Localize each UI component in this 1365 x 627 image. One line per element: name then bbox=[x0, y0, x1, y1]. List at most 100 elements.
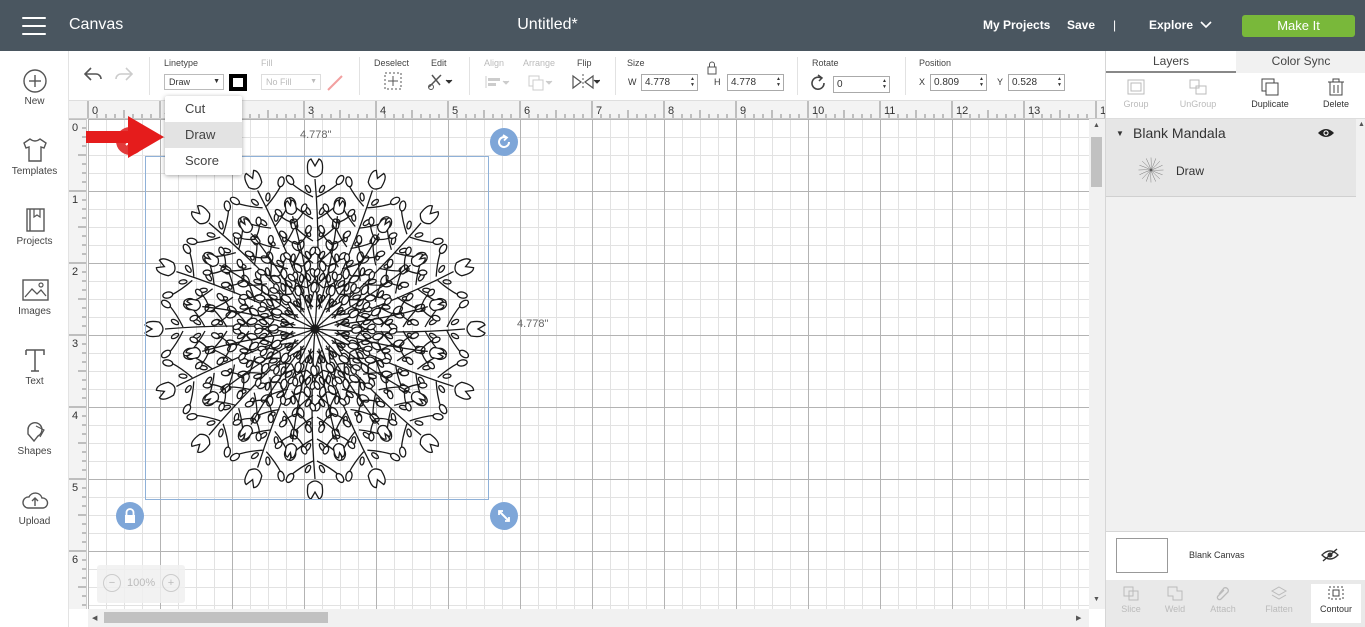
position-y-input[interactable]: 0.528 bbox=[1008, 74, 1065, 91]
canvas-color-swatch[interactable] bbox=[1116, 538, 1168, 573]
lock-proportions-icon[interactable] bbox=[706, 61, 718, 75]
ruler-v-label: 3 bbox=[72, 338, 78, 350]
linetype-select[interactable]: Draw ▼ bbox=[164, 74, 224, 90]
align-label: Align bbox=[484, 58, 505, 68]
resize-handle[interactable] bbox=[490, 502, 518, 530]
layer-tools: Slice Weld Attach Flatten Contour bbox=[1106, 580, 1365, 627]
nav-templates-label: Templates bbox=[11, 166, 58, 177]
position-x-input[interactable]: 0.809 bbox=[930, 74, 987, 91]
text-T-icon bbox=[24, 349, 45, 372]
ruler-h-label: 8 bbox=[668, 105, 674, 117]
save-link[interactable]: Save bbox=[1067, 18, 1095, 32]
linetype-option-draw[interactable]: Draw bbox=[165, 122, 242, 148]
tab-layers[interactable]: Layers bbox=[1106, 51, 1236, 73]
flatten-button[interactable]: Flatten bbox=[1254, 584, 1304, 614]
panel-scrollbar[interactable]: ▲ ▼ bbox=[1356, 119, 1365, 581]
nav-new[interactable]: New bbox=[0, 68, 69, 107]
ruler-v-label: 6 bbox=[72, 554, 78, 566]
nav-upload[interactable]: Upload bbox=[0, 486, 69, 527]
ruler-h-label: 5 bbox=[452, 105, 458, 117]
eye-icon[interactable] bbox=[1317, 127, 1335, 139]
scroll-down-icon[interactable]: ▼ bbox=[1093, 596, 1100, 603]
rotate-icon[interactable] bbox=[810, 74, 828, 92]
duplicate-button[interactable]: Duplicate bbox=[1240, 77, 1300, 109]
paperclip-icon bbox=[1216, 587, 1229, 601]
rotate-handle[interactable] bbox=[490, 128, 518, 156]
flatten-label: Flatten bbox=[1265, 604, 1293, 614]
toolbar-divider bbox=[905, 57, 906, 95]
vertical-ruler-ticks: 0 1 2 3 4 5 6 bbox=[69, 119, 86, 606]
align-icon[interactable] bbox=[483, 73, 511, 91]
zoom-in-button[interactable]: + bbox=[162, 574, 180, 592]
my-projects-link[interactable]: My Projects bbox=[983, 18, 1050, 32]
ruler-h-label: 11 bbox=[884, 105, 895, 117]
fill-label: Fill bbox=[261, 58, 273, 68]
redo-icon[interactable] bbox=[113, 65, 135, 83]
nav-projects[interactable]: Projects bbox=[0, 206, 69, 247]
explore-menu[interactable]: Explore bbox=[1149, 18, 1193, 32]
height-label: H bbox=[714, 77, 721, 87]
trash-icon bbox=[1328, 78, 1344, 96]
edit-label: Edit bbox=[431, 58, 447, 68]
attach-button[interactable]: Attach bbox=[1198, 584, 1248, 614]
nav-projects-label: Projects bbox=[16, 236, 53, 247]
make-it-button[interactable]: Make It bbox=[1242, 15, 1355, 37]
layer-group[interactable]: ▼ Blank Mandala Draw bbox=[1106, 119, 1356, 197]
width-input[interactable]: 4.778 bbox=[641, 74, 698, 91]
collapse-caret-icon[interactable]: ▼ bbox=[1116, 129, 1124, 138]
lock-handle[interactable] bbox=[116, 502, 144, 530]
zoom-out-button[interactable]: − bbox=[103, 574, 121, 592]
width-label: W bbox=[628, 77, 637, 87]
nav-templates[interactable]: Templates bbox=[0, 136, 69, 177]
edit-scissors-icon[interactable] bbox=[426, 71, 454, 91]
scroll-up-icon[interactable]: ▲ bbox=[1358, 121, 1365, 128]
rotate-input[interactable]: 0 bbox=[833, 76, 890, 93]
linetype-option-cut[interactable]: Cut bbox=[165, 96, 242, 122]
group-button[interactable]: Group bbox=[1106, 77, 1166, 109]
arrange-icon[interactable] bbox=[526, 73, 554, 91]
blank-canvas-row[interactable]: Blank Canvas bbox=[1106, 531, 1365, 580]
zoom-control: − 100% + bbox=[97, 565, 185, 603]
position-y-label: Y bbox=[997, 77, 1004, 87]
nav-shapes[interactable]: Shapes bbox=[0, 416, 69, 457]
undo-icon[interactable] bbox=[82, 65, 104, 83]
deselect-icon[interactable] bbox=[383, 71, 403, 91]
tab-color-sync[interactable]: Color Sync bbox=[1236, 51, 1365, 73]
weld-button[interactable]: Weld bbox=[1150, 584, 1200, 614]
selection-box[interactable] bbox=[145, 156, 489, 500]
toolbar-divider bbox=[469, 57, 470, 95]
height-input[interactable]: 4.778 bbox=[727, 74, 784, 91]
scroll-left-icon[interactable]: ◀ bbox=[92, 614, 97, 622]
horizontal-scroll-thumb[interactable] bbox=[104, 612, 328, 623]
chevron-down-icon[interactable] bbox=[1200, 21, 1212, 29]
vertical-scroll-thumb[interactable] bbox=[1091, 137, 1102, 187]
ungroup-button[interactable]: UnGroup bbox=[1168, 77, 1228, 109]
horizontal-scrollbar[interactable]: ◀ ▶ bbox=[88, 609, 1089, 627]
fill-color-disabled-icon[interactable] bbox=[325, 73, 345, 93]
position-label: Position bbox=[919, 58, 952, 68]
delete-button[interactable]: Delete bbox=[1306, 77, 1365, 109]
linetype-label: Linetype bbox=[164, 58, 199, 68]
attach-label: Attach bbox=[1210, 604, 1236, 614]
rotate-label: Rotate bbox=[812, 58, 839, 68]
fill-select[interactable]: No Fill ▼ bbox=[261, 74, 321, 90]
flip-icon[interactable] bbox=[570, 72, 600, 92]
ruler-h-label: 7 bbox=[596, 105, 602, 117]
ruler-h-label: 4 bbox=[380, 105, 386, 117]
linetype-option-score[interactable]: Score bbox=[165, 148, 242, 174]
book-icon bbox=[25, 208, 45, 232]
linetype-select-value: Draw bbox=[169, 77, 191, 87]
scroll-right-icon[interactable]: ▶ bbox=[1076, 614, 1081, 622]
scroll-up-icon[interactable]: ▲ bbox=[1093, 122, 1100, 129]
eye-hidden-icon[interactable] bbox=[1321, 548, 1339, 562]
top-bar: Canvas Untitled* My Projects Save | Expl… bbox=[0, 0, 1365, 51]
nav-new-label: New bbox=[24, 96, 45, 107]
slice-button[interactable]: Slice bbox=[1106, 584, 1156, 614]
nav-text[interactable]: Text bbox=[0, 346, 69, 387]
contour-button[interactable]: Contour bbox=[1311, 584, 1361, 623]
layer-name[interactable]: Draw bbox=[1176, 164, 1204, 178]
position-x-label: X bbox=[919, 77, 926, 87]
linetype-color-swatch[interactable] bbox=[229, 74, 247, 91]
nav-images[interactable]: Images bbox=[0, 276, 69, 317]
vertical-scrollbar[interactable]: ▲ ▼ bbox=[1089, 119, 1105, 609]
